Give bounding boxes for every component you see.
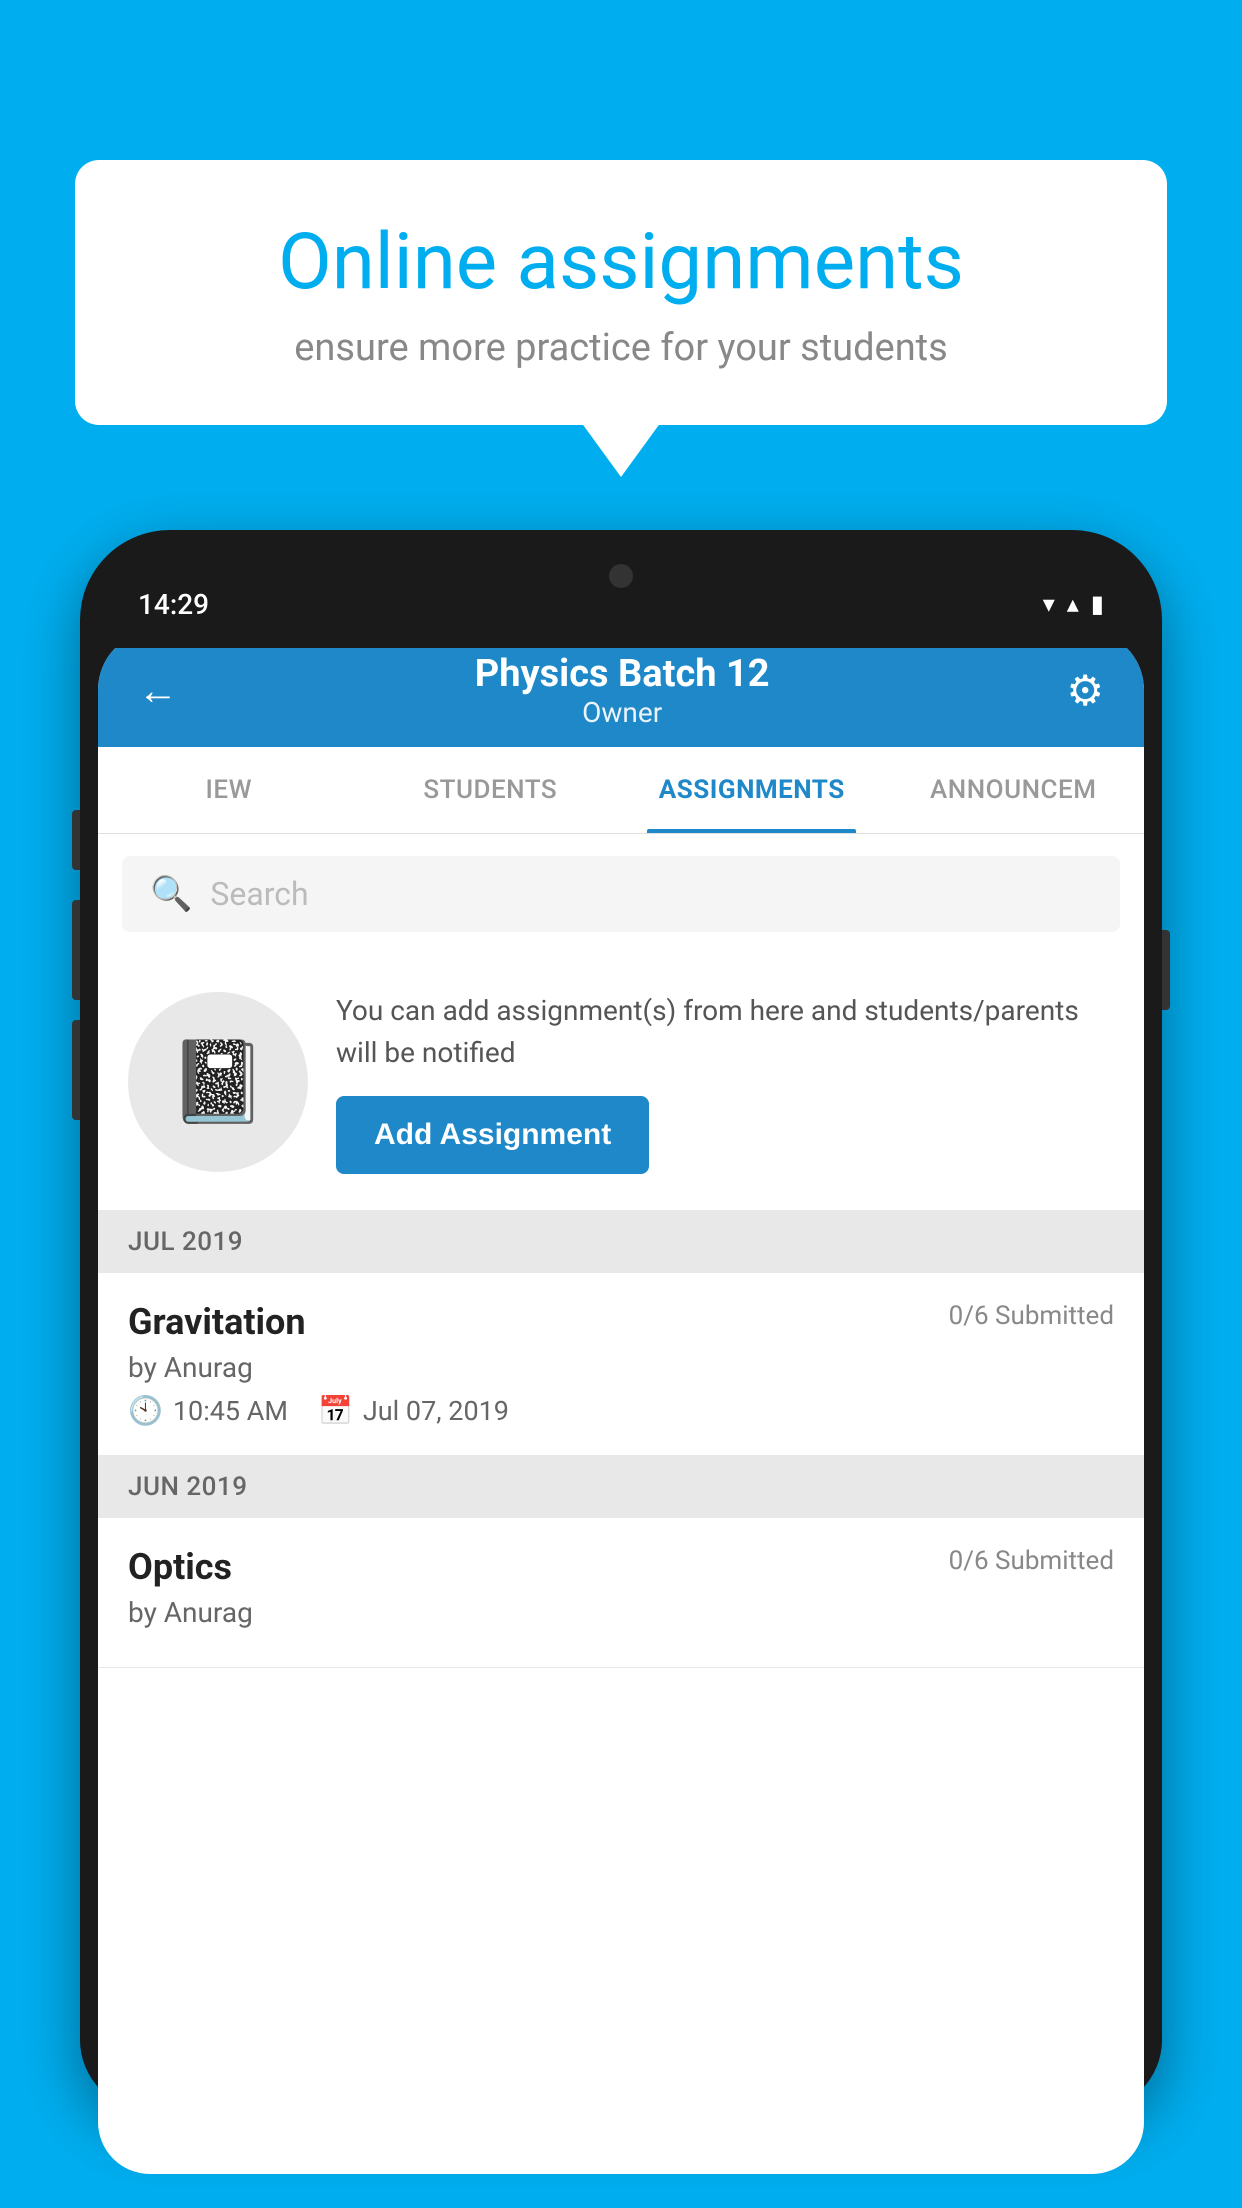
- add-assignment-button[interactable]: Add Assignment: [336, 1096, 649, 1174]
- assignment-time: 🕙 10:45 AM: [128, 1394, 288, 1427]
- camera: [609, 564, 633, 588]
- assignment-header-optics: Optics 0/6 Submitted: [128, 1546, 1114, 1588]
- promo-section: 📓 You can add assignment(s) from here an…: [98, 954, 1144, 1211]
- tab-students[interactable]: STUDENTS: [360, 747, 622, 833]
- search-icon: 🔍: [150, 874, 192, 914]
- assignment-header: Gravitation 0/6 Submitted: [128, 1301, 1114, 1343]
- assignment-meta-gravitation: 🕙 10:45 AM 📅 Jul 07, 2019: [128, 1394, 1114, 1427]
- tab-assignments[interactable]: ASSIGNMENTS: [621, 747, 883, 833]
- volume-up-button: [72, 900, 80, 1000]
- speech-bubble-container: Online assignments ensure more practice …: [75, 160, 1167, 425]
- assignment-date: 📅 Jul 07, 2019: [318, 1394, 509, 1427]
- section-header-jun: JUN 2019: [98, 1456, 1144, 1518]
- search-placeholder: Search: [210, 875, 308, 913]
- header-subtitle: Owner: [178, 696, 1066, 729]
- assignment-by-gravitation: by Anurag: [128, 1351, 1114, 1384]
- tab-overview[interactable]: IEW: [98, 747, 360, 833]
- header-center: Physics Batch 12 Owner: [178, 652, 1066, 729]
- status-bar: 14:29 ▾ ▴ ▮: [98, 548, 1144, 648]
- assignment-by-optics: by Anurag: [128, 1596, 1114, 1629]
- settings-icon[interactable]: ⚙: [1066, 666, 1104, 716]
- status-time: 14:29: [138, 588, 209, 621]
- assignment-date-value: Jul 07, 2019: [363, 1395, 509, 1427]
- back-button[interactable]: ←: [138, 667, 178, 714]
- clock-icon: 🕙: [128, 1394, 163, 1427]
- volume-mute-button: [72, 810, 80, 870]
- promo-icon-circle: 📓: [128, 992, 308, 1172]
- phone-screen: ← Physics Batch 12 Owner ⚙ IEW STUDENTS …: [98, 630, 1144, 2174]
- notebook-icon: 📓: [168, 1035, 268, 1129]
- bubble-title: Online assignments: [145, 220, 1097, 306]
- phone-outer: 14:29 ▾ ▴ ▮ ← Physics Batch 12 Owner ⚙: [80, 530, 1162, 2110]
- bubble-subtitle: ensure more practice for your students: [145, 326, 1097, 370]
- signal-icon: ▴: [1067, 590, 1079, 618]
- assignment-submitted-optics: 0/6 Submitted: [949, 1546, 1114, 1576]
- battery-icon: ▮: [1091, 590, 1104, 618]
- search-container: 🔍 Search: [98, 834, 1144, 954]
- assignment-item-gravitation[interactable]: Gravitation 0/6 Submitted by Anurag 🕙 10…: [98, 1273, 1144, 1456]
- status-icons: ▾ ▴ ▮: [1043, 590, 1104, 618]
- wifi-icon: ▾: [1043, 590, 1055, 618]
- phone-container: 14:29 ▾ ▴ ▮ ← Physics Batch 12 Owner ⚙: [80, 530, 1162, 2208]
- volume-down-button: [72, 1020, 80, 1120]
- header-title: Physics Batch 12: [178, 652, 1066, 696]
- assignment-title-optics: Optics: [128, 1546, 232, 1588]
- assignment-item-optics[interactable]: Optics 0/6 Submitted by Anurag: [98, 1518, 1144, 1668]
- assignment-title-gravitation: Gravitation: [128, 1301, 306, 1343]
- promo-description: You can add assignment(s) from here and …: [336, 990, 1114, 1074]
- assignment-submitted-gravitation: 0/6 Submitted: [949, 1301, 1114, 1331]
- tab-announcements[interactable]: ANNOUNCEM: [883, 747, 1145, 833]
- speech-bubble: Online assignments ensure more practice …: [75, 160, 1167, 425]
- power-button: [1162, 930, 1170, 1010]
- notch: [531, 548, 711, 603]
- search-bar[interactable]: 🔍 Search: [122, 856, 1120, 932]
- tabs-bar: IEW STUDENTS ASSIGNMENTS ANNOUNCEM: [98, 747, 1144, 834]
- section-header-jul: JUL 2019: [98, 1211, 1144, 1273]
- assignment-time-value: 10:45 AM: [173, 1395, 288, 1427]
- calendar-icon: 📅: [318, 1394, 353, 1427]
- promo-text-area: You can add assignment(s) from here and …: [336, 990, 1114, 1174]
